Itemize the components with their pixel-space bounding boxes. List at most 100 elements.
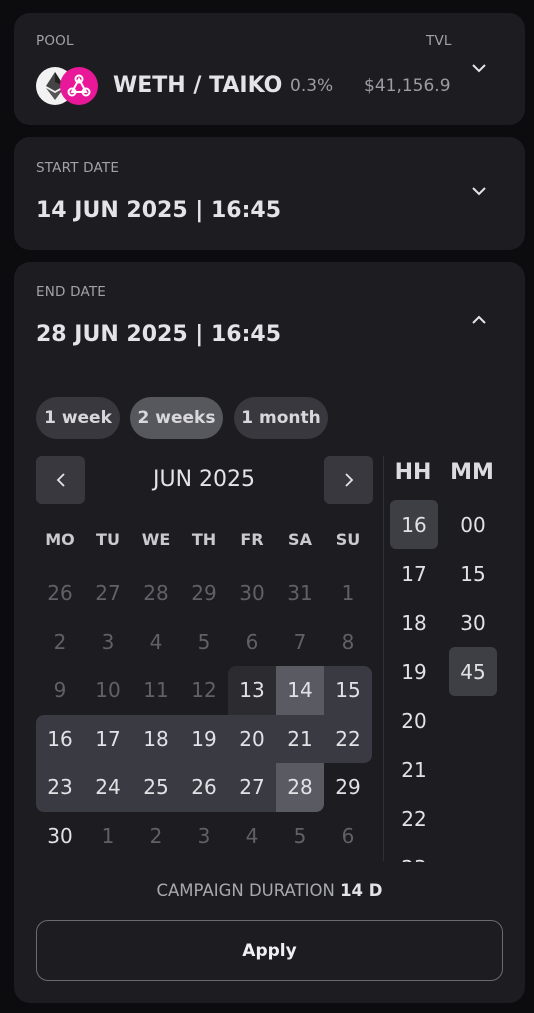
minute-label: MM xyxy=(450,460,494,485)
calendar-week: 9 10 11 12 13 14 15 xyxy=(36,666,372,715)
duration-value: 14 D xyxy=(340,881,383,900)
calendar-day[interactable]: 6 xyxy=(228,618,276,667)
minute-option[interactable]: 30 xyxy=(449,598,497,647)
calendar-week: 23 24 25 26 27 28 29 xyxy=(36,763,372,812)
calendar-day[interactable]: 9 xyxy=(36,666,84,715)
start-date-selector[interactable]: START DATE 14 JUN 2025 | 16:45 xyxy=(14,137,525,250)
weekday-label: MO xyxy=(45,530,75,549)
calendar-day[interactable]: 4 xyxy=(132,618,180,667)
weekday-label: SA xyxy=(288,530,312,549)
duration-label: CAMPAIGN DURATION xyxy=(156,881,335,900)
weekday-label: TU xyxy=(96,530,120,549)
calendar-day-in-range[interactable]: 22 xyxy=(324,714,372,763)
chevron-left-icon xyxy=(56,473,65,487)
calendar-day[interactable]: 31 xyxy=(276,569,324,618)
calendar-day[interactable]: 5 xyxy=(276,812,324,861)
pool-label: POOL xyxy=(36,33,74,49)
calendar-day-in-range[interactable]: 18 xyxy=(132,714,180,763)
calendar-day[interactable]: 7 xyxy=(276,618,324,667)
pool-tvl: $41,156.9 xyxy=(364,76,451,96)
calendar-day[interactable]: 30 xyxy=(228,569,276,618)
end-date-picker: END DATE 28 JUN 2025 | 16:45 1 week 2 we… xyxy=(14,262,525,1003)
prev-month-button[interactable] xyxy=(36,456,85,504)
hour-list[interactable]: 16 17 18 19 20 21 22 23 xyxy=(390,500,438,862)
calendar-day[interactable]: 26 xyxy=(36,569,84,618)
calendar-day-in-range[interactable]: 20 xyxy=(228,714,276,763)
calendar-day[interactable]: 30 xyxy=(36,812,84,861)
chevron-right-icon xyxy=(344,473,353,487)
taiko-icon xyxy=(60,67,98,105)
minute-option[interactable]: 15 xyxy=(449,549,497,598)
calendar-day-in-range[interactable]: 26 xyxy=(180,763,228,812)
hour-option[interactable]: 20 xyxy=(390,696,438,745)
hour-option[interactable]: 18 xyxy=(390,598,438,647)
calendar-week: 16 17 18 19 20 21 22 xyxy=(36,714,372,763)
pool-pair: WETH / TAIKO xyxy=(113,73,283,98)
apply-button[interactable]: Apply xyxy=(36,920,503,981)
end-date-value: 28 JUN 2025 | 16:45 xyxy=(36,322,282,347)
chevron-up-icon[interactable] xyxy=(469,310,489,330)
calendar-day[interactable]: 13 xyxy=(228,666,276,715)
hour-option[interactable]: 17 xyxy=(390,549,438,598)
calendar-day[interactable]: 6 xyxy=(324,812,372,861)
calendar-day[interactable]: 8 xyxy=(324,618,372,667)
calendar-day-in-range[interactable]: 23 xyxy=(36,763,84,812)
preset-1-week[interactable]: 1 week xyxy=(36,397,120,439)
minute-option[interactable]: 00 xyxy=(449,500,497,549)
campaign-duration: CAMPAIGN DURATION 14 D xyxy=(14,881,525,900)
chevron-down-icon[interactable] xyxy=(469,58,489,78)
hour-option[interactable]: 21 xyxy=(390,745,438,794)
calendar-day[interactable]: 27 xyxy=(84,569,132,618)
calendar-day-in-range[interactable]: 16 xyxy=(36,714,84,763)
preset-2-weeks[interactable]: 2 weeks xyxy=(130,397,223,439)
calendar-day[interactable]: 2 xyxy=(132,812,180,861)
calendar-day[interactable]: 29 xyxy=(324,763,372,812)
calendar-day[interactable]: 3 xyxy=(84,618,132,667)
calendar-day[interactable]: 12 xyxy=(180,666,228,715)
calendar-day-in-range[interactable]: 15 xyxy=(324,666,372,715)
month-title: JUN 2025 xyxy=(152,467,256,492)
calendar-week: 2 3 4 5 6 7 8 xyxy=(36,618,372,667)
end-date-label: END DATE xyxy=(36,284,107,300)
calendar-day-range-start[interactable]: 14 xyxy=(276,666,324,715)
weekday-header: MO TU WE TH FR SA SU xyxy=(36,525,372,555)
weekday-label: SU xyxy=(335,530,361,549)
calendar-day[interactable]: 4 xyxy=(228,812,276,861)
pool-selector[interactable]: POOL TVL WETH / TAIKO 0.3% $41,156.9 xyxy=(14,13,525,125)
time-divider xyxy=(383,456,384,861)
token-pair-icons xyxy=(36,67,98,105)
calendar-day[interactable]: 28 xyxy=(132,569,180,618)
start-date-label: START DATE xyxy=(36,160,120,176)
preset-1-month[interactable]: 1 month xyxy=(234,397,328,439)
start-date-value: 14 JUN 2025 | 16:45 xyxy=(36,198,282,223)
weekday-label: TH xyxy=(191,530,217,549)
calendar-day[interactable]: 3 xyxy=(180,812,228,861)
calendar-day-in-range[interactable]: 17 xyxy=(84,714,132,763)
pool-fee: 0.3% xyxy=(290,76,334,96)
minute-option-selected[interactable]: 45 xyxy=(449,647,497,696)
calendar-day-in-range[interactable]: 25 xyxy=(132,763,180,812)
calendar-day[interactable]: 2 xyxy=(36,618,84,667)
calendar-week: 26 27 28 29 30 31 1 xyxy=(36,569,372,618)
calendar-day-range-end[interactable]: 28 xyxy=(276,763,324,812)
hour-option[interactable]: 19 xyxy=(390,647,438,696)
calendar-day[interactable]: 11 xyxy=(132,666,180,715)
calendar-day-in-range[interactable]: 19 xyxy=(180,714,228,763)
minute-list[interactable]: 00 15 30 45 xyxy=(449,500,497,862)
calendar-day[interactable]: 1 xyxy=(324,569,372,618)
hour-option[interactable]: 22 xyxy=(390,794,438,843)
calendar-grid: MO TU WE TH FR SA SU 26 27 28 29 30 31 1… xyxy=(36,525,372,860)
hour-option-selected[interactable]: 16 xyxy=(390,500,438,549)
calendar-day[interactable]: 10 xyxy=(84,666,132,715)
calendar-day-in-range[interactable]: 21 xyxy=(276,714,324,763)
calendar-day-in-range[interactable]: 24 xyxy=(84,763,132,812)
next-month-button[interactable] xyxy=(324,456,373,504)
calendar-day[interactable]: 5 xyxy=(180,618,228,667)
hour-option[interactable]: 23 xyxy=(390,843,438,863)
hour-label: HH xyxy=(394,460,432,485)
calendar-day[interactable]: 29 xyxy=(180,569,228,618)
calendar-day[interactable]: 1 xyxy=(84,812,132,861)
calendar-day-in-range[interactable]: 27 xyxy=(228,763,276,812)
tvl-label: TVL xyxy=(426,33,452,49)
chevron-down-icon[interactable] xyxy=(469,181,489,201)
